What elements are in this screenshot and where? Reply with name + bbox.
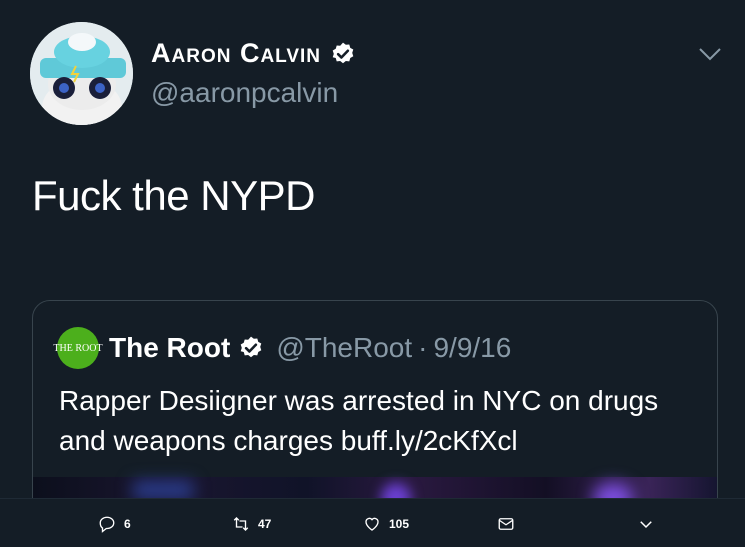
chevron-down-icon [640,521,652,529]
like-count: 105 [389,517,410,531]
reply-button[interactable]: 6 [98,515,131,533]
quoted-text: Rapper Desiigner was arrested in NYC on … [59,385,659,456]
quoted-header: THE ROOT The Root @TheRoot · 9/9/16 [53,327,511,369]
avatar[interactable] [30,22,133,125]
more-options-button[interactable] [637,515,655,533]
retweet-icon [233,517,249,531]
message-button[interactable] [497,515,515,533]
quoted-logo-text: THE ROOT [53,342,103,354]
chevron-down-icon[interactable] [698,46,722,62]
like-button[interactable]: 105 [363,515,409,533]
media-light [133,481,193,499]
retweet-button[interactable]: 47 [232,515,271,533]
author-name[interactable]: Aaron Calvin [151,38,321,69]
reply-count: 6 [124,517,131,531]
quoted-handle[interactable]: @TheRoot [276,332,412,364]
envelope-icon [498,518,514,530]
action-bar: 6 47 105 [0,498,745,547]
author-name-row[interactable]: Aaron Calvin [151,38,356,69]
quoted-date[interactable]: 9/9/16 [433,332,511,364]
quoted-name[interactable]: The Root [109,332,230,364]
separator-dot: · [418,332,428,363]
tweet-header: Aaron Calvin @aaronpcalvin [30,22,730,127]
retweet-count: 47 [258,517,272,531]
reply-icon [99,516,115,533]
author-handle[interactable]: @aaronpcalvin [151,77,338,109]
verified-badge-icon [241,336,262,358]
tweet-text: Fuck the NYPD [32,172,315,219]
quoted-avatar[interactable]: THE ROOT [53,327,103,369]
heart-icon [365,517,379,531]
verified-badge-icon [332,42,354,63]
avatar-image [30,22,133,125]
